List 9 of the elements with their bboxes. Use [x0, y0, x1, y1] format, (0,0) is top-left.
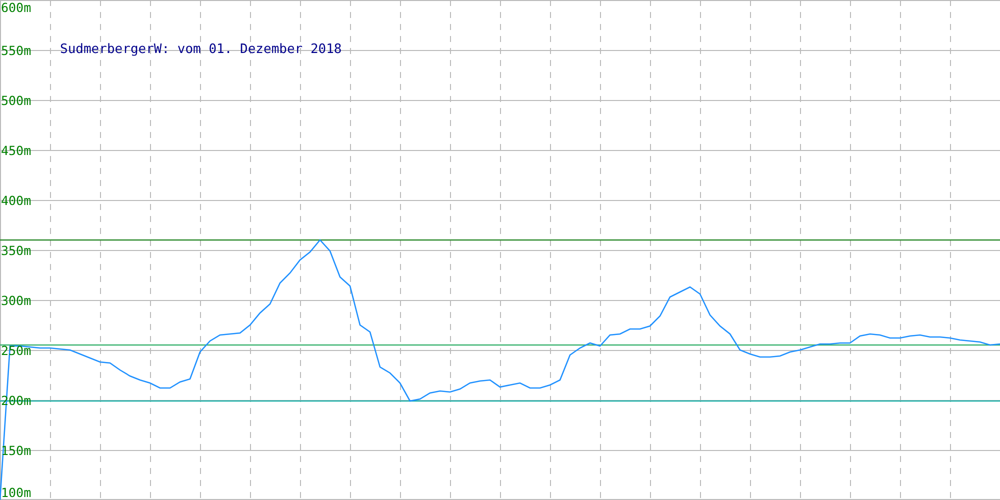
axis-label: 350m: [1, 243, 32, 258]
axis-label: 100m: [1, 485, 32, 500]
axis-label: 400m: [1, 193, 32, 208]
axis-label: 600m: [1, 0, 32, 15]
axis-label: 300m: [1, 293, 32, 308]
chart-title: SudmerbergerW: vom 01. Dezember 2018: [60, 42, 342, 57]
axis-label: 450m: [1, 143, 32, 158]
axis-label: 500m: [1, 93, 32, 108]
axis-label: 550m: [1, 43, 32, 58]
